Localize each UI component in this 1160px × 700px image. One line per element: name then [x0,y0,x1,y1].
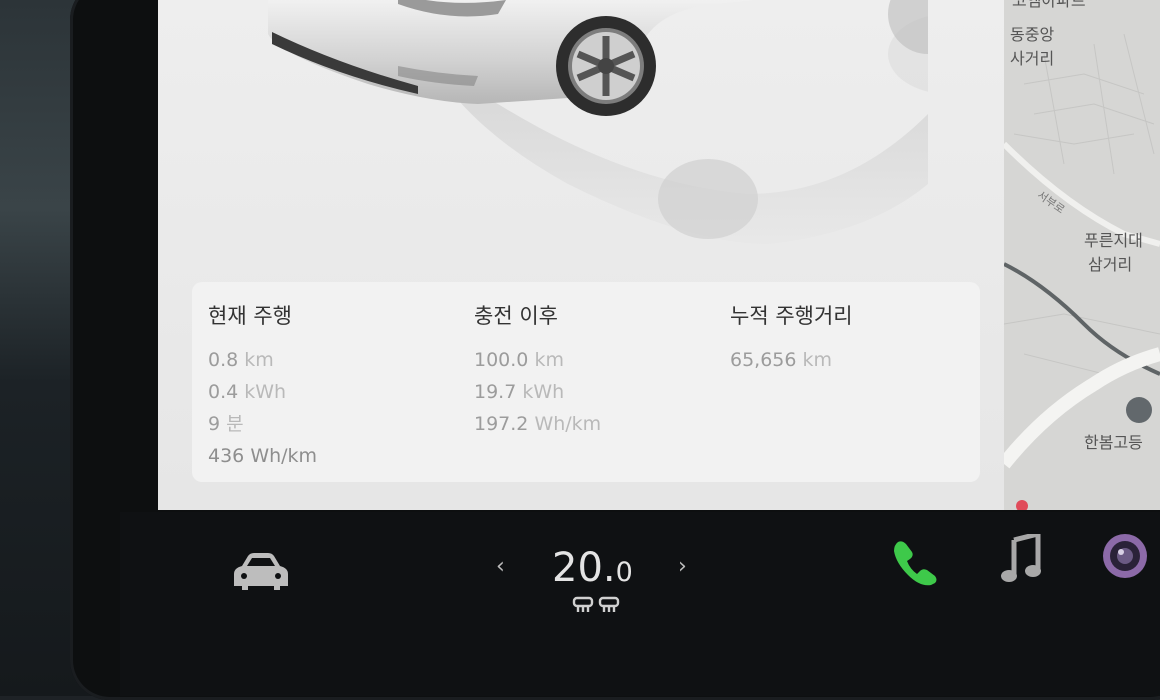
value: 65,656 [730,349,797,371]
value: 9 [208,413,221,435]
value: 436 [208,445,245,467]
odometer-value: 65,656 km [730,344,853,376]
unit: km [244,349,274,371]
value: 19.7 [474,381,517,403]
unit: kWh [244,381,287,403]
map-label-area-3: 푸른지대 [1084,231,1143,250]
temp-increase-button[interactable]: › [678,554,687,579]
touchscreen: 현재 주행 0.8 km 0.4 kWh 9 분 436 Wh/km 충전 이후… [158,0,1160,510]
since-charge-efficiency: 197.2 Wh/km [474,408,601,440]
unit: kWh [522,381,565,403]
current-trip-efficiency: 436 Wh/km [208,440,317,472]
map-label-area-1: 동중앙 [1010,25,1055,44]
since-charge-energy: 19.7 kWh [474,376,601,408]
seat-heater-icon[interactable] [572,596,622,614]
odometer-title: 누적 주행거리 [730,304,853,328]
temp-decimal: 0 [615,557,633,588]
map-label-top: 코엠아파트 [1012,0,1086,10]
cabin-temperature[interactable]: 20.0 [552,545,633,591]
car-panel: 현재 주행 0.8 km 0.4 kWh 9 분 436 Wh/km 충전 이후… [158,0,1004,510]
music-icon[interactable] [1000,534,1042,584]
since-charge-title: 충전 이후 [474,304,558,328]
bottom-bar: ‹ 20.0 › [120,512,1160,696]
current-trip-duration: 9 분 [208,408,317,440]
odometer-column: 누적 주행거리 65,656 km [730,300,853,376]
unit: km [802,349,833,371]
current-trip-distance: 0.8 km [208,344,317,376]
unit: 분 [226,413,244,435]
map-label-area-4: 삼거리 [1088,255,1133,274]
current-trip-energy: 0.4 kWh [208,376,317,408]
temp-decrease-button[interactable]: ‹ [496,554,505,579]
value: 0.8 [208,349,239,371]
camera-icon[interactable] [1102,530,1148,582]
car-render [268,0,928,244]
value: 197.2 [474,413,529,435]
since-charge-distance: 100.0 km [474,344,601,376]
current-trip-column: 현재 주행 0.8 km 0.4 kWh 9 분 436 Wh/km [208,300,317,472]
car-icon[interactable] [232,552,290,594]
trip-stats-card: 현재 주행 0.8 km 0.4 kWh 9 분 436 Wh/km 충전 이후… [192,282,980,482]
value: 100.0 [474,349,529,371]
unit: Wh/km [534,413,602,435]
map-label-school: 한봄고등 [1084,433,1143,452]
current-trip-title: 현재 주행 [208,304,292,328]
unit: km [534,349,564,371]
navigation-map[interactable]: 코엠아파트 동중앙 사거리 서부로 푸른지대 삼거리 한봄고등 [1004,0,1160,510]
map-label-area-2: 사거리 [1010,49,1055,68]
phone-icon[interactable] [890,538,940,586]
temp-integer: 20. [552,545,616,591]
since-charge-column: 충전 이후 100.0 km 19.7 kWh 197.2 Wh/km [474,300,601,440]
value: 0.4 [208,381,239,403]
unit: Wh/km [250,445,318,467]
